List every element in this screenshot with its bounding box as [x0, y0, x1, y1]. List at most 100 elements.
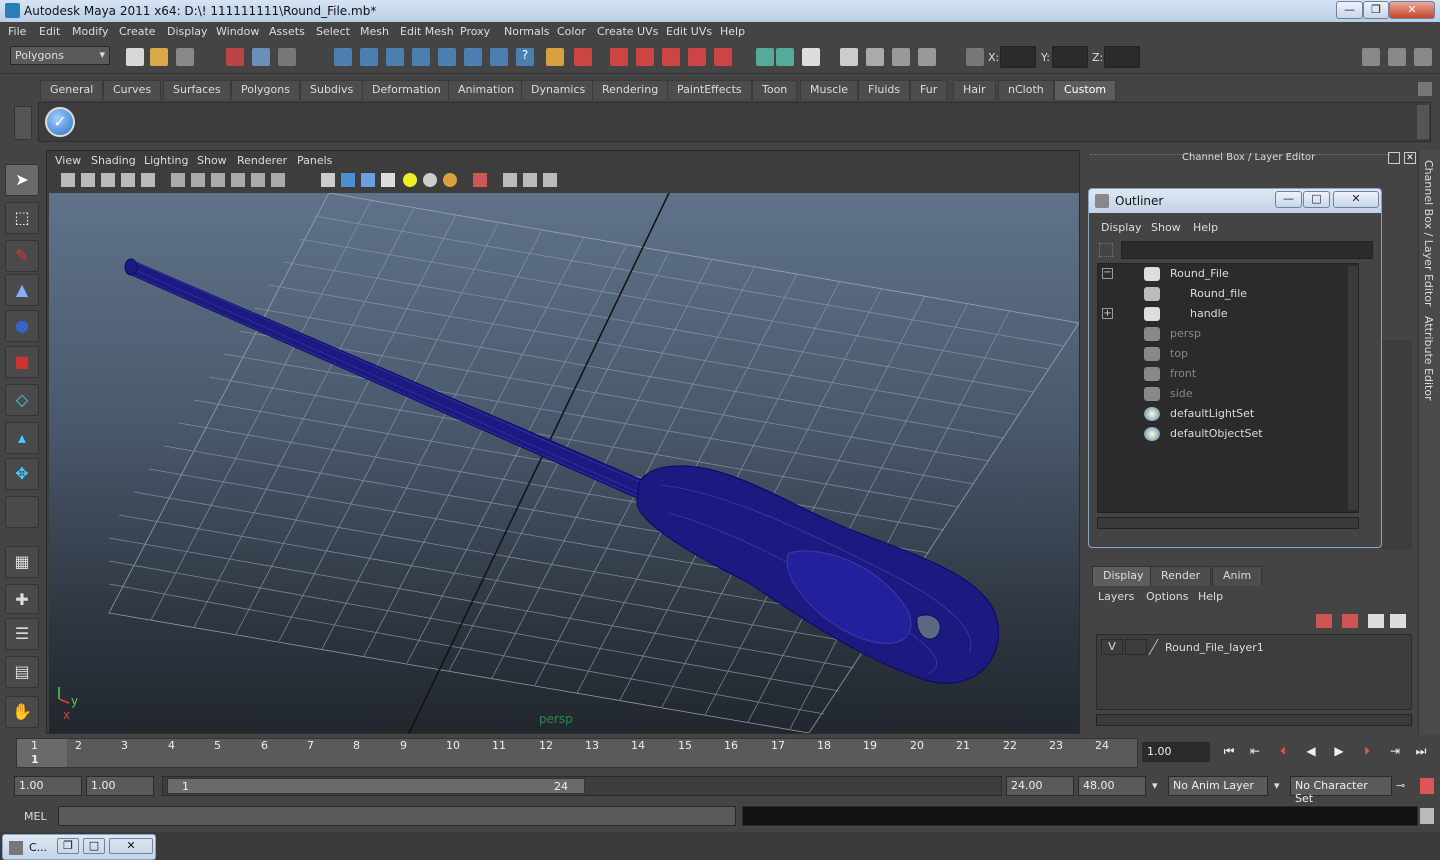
layer-tab-display[interactable]: Display — [1092, 566, 1155, 586]
go-to-end-icon[interactable]: ⏭ — [1410, 744, 1432, 764]
shelf-tab-deformation[interactable]: Deformation — [362, 80, 451, 100]
chevron-down-icon[interactable]: ▾ — [1274, 779, 1280, 792]
animation-start-field[interactable]: 1.00 — [14, 776, 82, 796]
outliner-item-front[interactable]: front — [1144, 366, 1344, 384]
shelf-menu-icon[interactable] — [14, 106, 32, 140]
menu-set-selector[interactable]: Polygons ▾ — [10, 46, 110, 65]
go-to-start-icon[interactable]: ⏮ — [1218, 744, 1240, 764]
shelf-tab-rendering[interactable]: Rendering — [592, 80, 669, 100]
help-icon[interactable]: ? — [516, 48, 534, 66]
all-lights-icon[interactable] — [423, 173, 437, 187]
attribute-editor-side-tab[interactable]: Attribute Editor — [1422, 316, 1435, 401]
maximize-button[interactable]: ❐ — [1363, 1, 1389, 19]
snap-point-icon[interactable] — [386, 48, 404, 66]
key-icon[interactable]: ⊸ — [1396, 779, 1405, 792]
new-layer-selected-icon[interactable] — [1390, 614, 1406, 628]
show-manip-tool-icon[interactable]: ✥ — [5, 458, 39, 490]
select-component-icon[interactable] — [278, 48, 296, 66]
outliner-item-persp[interactable]: persp — [1144, 326, 1344, 344]
ipr-render-icon[interactable] — [892, 48, 910, 66]
wire-cube-icon[interactable] — [321, 173, 335, 187]
3d-viewport[interactable]: persp y x — [49, 193, 1079, 733]
y-field[interactable] — [1052, 46, 1088, 68]
move-layer-up-icon[interactable] — [1316, 614, 1332, 628]
last-tool-icon[interactable] — [5, 496, 39, 528]
round-file-mesh[interactable] — [124, 258, 1000, 684]
menu-display[interactable]: Display — [167, 25, 208, 38]
render-view-icon[interactable] — [840, 48, 858, 66]
anim-preferences-icon[interactable] — [1420, 778, 1434, 794]
single-pane-layout-icon[interactable]: ▦ — [5, 546, 39, 578]
manipulator-tool-icon[interactable]: ◇ — [5, 384, 39, 416]
checker-icon[interactable] — [381, 173, 395, 187]
outliner-item-side[interactable]: side — [1144, 386, 1344, 404]
move-layer-down-icon[interactable] — [1342, 614, 1358, 628]
rotate-tool-icon[interactable]: ● — [5, 310, 39, 342]
snap-surface-icon[interactable] — [490, 48, 508, 66]
channel-box-side-tab[interactable]: Channel Box / Layer Editor — [1422, 160, 1435, 307]
layer-menu-options[interactable]: Options — [1146, 590, 1188, 603]
viewport-menu-lighting[interactable]: Lighting — [144, 154, 188, 167]
outliner-item-handle[interactable]: handle — [1144, 306, 1344, 324]
collapse-icon[interactable]: − — [1102, 268, 1113, 279]
shelf-tab-fluids[interactable]: Fluids — [858, 80, 911, 100]
current-frame-field[interactable]: 1.00 — [1142, 742, 1210, 762]
outliner-close-button[interactable]: ✕ — [1333, 191, 1379, 208]
close-button[interactable]: ✕ — [109, 838, 153, 854]
magnet-snap5-icon[interactable] — [714, 48, 732, 66]
minimized-window[interactable]: C... ❐ □ ✕ — [2, 834, 156, 860]
outliner-vscrollbar[interactable] — [1348, 266, 1358, 510]
outliner-item-default-object-set[interactable]: defaultObjectSet — [1144, 426, 1344, 444]
viewport-menu-show[interactable]: Show — [197, 154, 227, 167]
snap-grid-icon[interactable] — [334, 48, 352, 66]
outliner-hscrollbar[interactable] — [1097, 517, 1359, 529]
step-forward-frame-icon[interactable]: ⏵ — [1356, 744, 1378, 764]
shelf-tab-toon[interactable]: Toon — [752, 80, 798, 100]
share-icon[interactable] — [543, 173, 557, 187]
history-icon[interactable] — [574, 48, 592, 66]
menu-proxy[interactable]: Proxy — [460, 25, 490, 38]
menu-help[interactable]: Help — [720, 25, 745, 38]
move-tool-icon[interactable]: ▲ — [5, 274, 39, 306]
outliner-menu-show[interactable]: Show — [1151, 221, 1181, 234]
panel-close-icon[interactable]: ✕ — [1404, 152, 1416, 164]
save-scene-icon[interactable] — [176, 48, 194, 66]
outliner-maximize-button[interactable]: □ — [1303, 191, 1330, 208]
outliner-item-round-file[interactable]: Round_File — [1144, 266, 1344, 284]
magnet-snap3-icon[interactable] — [662, 48, 680, 66]
animation-end-field[interactable]: 48.00 — [1078, 776, 1146, 796]
attribute-editor-toggle-icon[interactable] — [1414, 48, 1432, 66]
shelf-tab-hair[interactable]: Hair — [953, 80, 996, 100]
snap-view-icon[interactable] — [464, 48, 482, 66]
open-scene-icon[interactable] — [150, 48, 168, 66]
image-plane-icon[interactable] — [121, 173, 135, 187]
snap-curve-icon[interactable] — [360, 48, 378, 66]
soft-mod-tool-icon[interactable]: ▴ — [5, 422, 39, 454]
panel-float-icon[interactable] — [1388, 152, 1400, 164]
x-field[interactable] — [1000, 46, 1036, 68]
outliner-layout-icon[interactable]: ☰ — [5, 618, 39, 650]
play-forward-icon[interactable]: ▶ — [1328, 744, 1350, 764]
playback-end-field[interactable]: 24.00 — [1006, 776, 1074, 796]
grid-toggle-icon[interactable] — [141, 173, 155, 187]
play-backward-icon[interactable]: ◀ — [1300, 744, 1322, 764]
outliner-minimize-button[interactable]: — — [1275, 191, 1302, 208]
menu-file[interactable]: File — [8, 25, 26, 38]
expand-icon[interactable]: + — [1102, 308, 1113, 319]
lock-icon[interactable] — [546, 48, 564, 66]
layer-tab-anim[interactable]: Anim — [1212, 566, 1263, 586]
step-back-frame-icon[interactable]: ⏴ — [1272, 744, 1294, 764]
shelf-tab-ncloth[interactable]: nCloth — [998, 80, 1054, 100]
smooth-shade-icon[interactable] — [191, 173, 205, 187]
menu-assets[interactable]: Assets — [269, 25, 305, 38]
playback-start-field[interactable]: 1.00 — [86, 776, 154, 796]
shelf-tab-custom[interactable]: Custom — [1054, 80, 1117, 100]
viewport-menu-renderer[interactable]: Renderer — [237, 154, 287, 167]
layer-type-toggle[interactable] — [1125, 639, 1147, 655]
outliner-menu-display[interactable]: Display — [1101, 221, 1142, 234]
snap-plane-icon[interactable] — [412, 48, 430, 66]
menu-color[interactable]: Color — [557, 25, 586, 38]
shaded-cube-icon[interactable] — [341, 173, 355, 187]
menu-edit[interactable]: Edit — [39, 25, 60, 38]
step-forward-key-icon[interactable]: ⇥ — [1384, 744, 1406, 764]
